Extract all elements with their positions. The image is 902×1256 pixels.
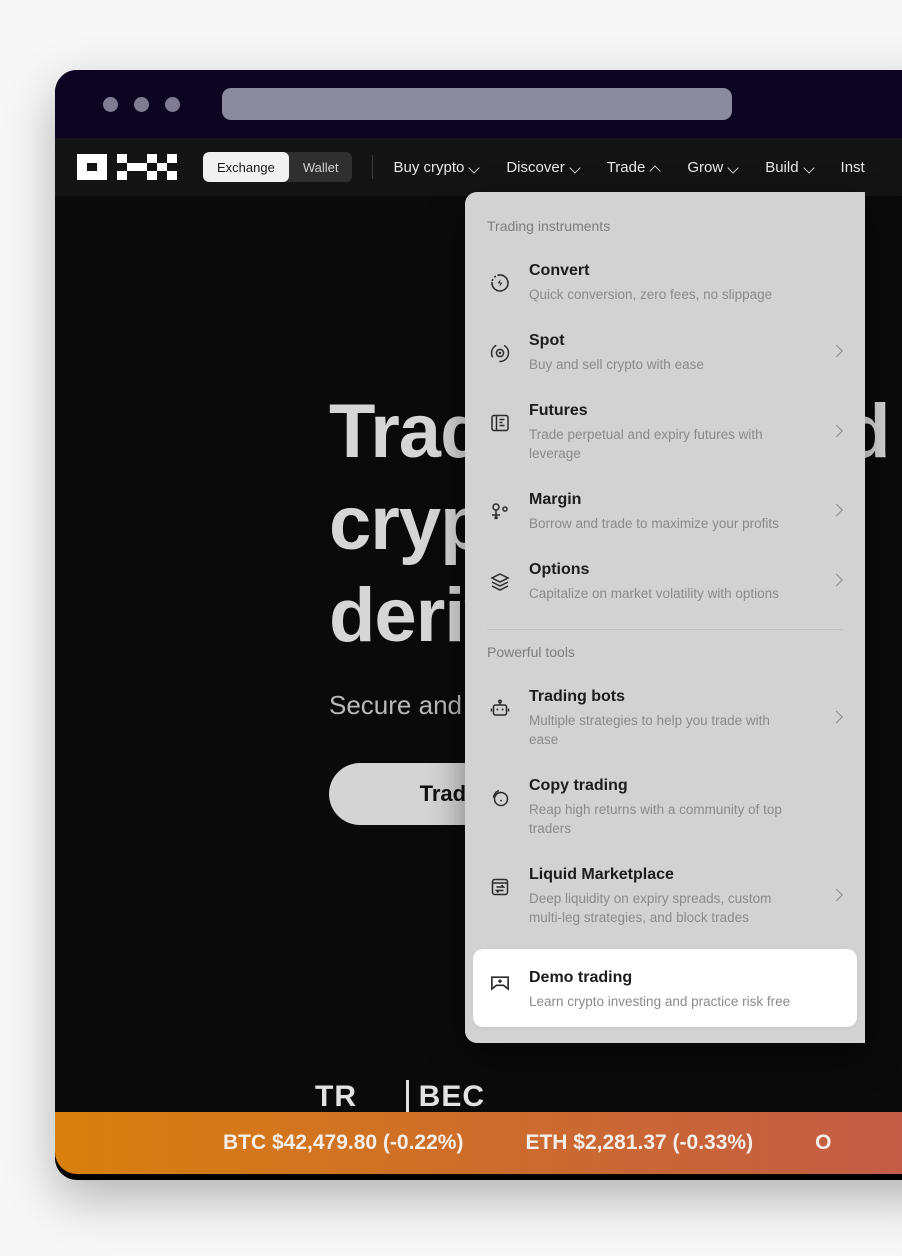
dropdown-item-desc: Trade perpetual and expiry futures with … bbox=[529, 427, 763, 461]
nav-links: Buy crypto Discover Trade Grow Build Ins… bbox=[393, 159, 902, 176]
minimize-icon[interactable] bbox=[134, 96, 149, 112]
chevron-right-icon bbox=[832, 712, 841, 721]
nav-item-label: Trade bbox=[606, 158, 646, 176]
close-icon[interactable] bbox=[103, 96, 118, 112]
browser-titlebar bbox=[55, 70, 902, 138]
demo-trading-icon bbox=[487, 969, 513, 995]
dropdown-item-options[interactable]: Options Capitalize on market volatility … bbox=[465, 545, 865, 615]
dropdown-item-spot[interactable]: Spot Buy and sell crypto with ease bbox=[465, 316, 865, 386]
nav-item-label: Inst bbox=[840, 158, 865, 176]
chevron-down-icon bbox=[805, 163, 814, 172]
chevron-right-icon bbox=[832, 890, 841, 899]
nav-item-institutional[interactable]: Inst bbox=[841, 159, 865, 176]
segment-wallet[interactable]: Wallet bbox=[289, 152, 353, 182]
dropdown-item-title: Trading bots bbox=[529, 688, 625, 705]
dropdown-item-title: Spot bbox=[529, 332, 565, 349]
dropdown-item-desc: Learn crypto investing and practice risk… bbox=[529, 994, 791, 1009]
dropdown-section-title-trading-instruments: Trading instruments bbox=[487, 218, 611, 234]
address-bar[interactable] bbox=[222, 88, 732, 120]
site-navbar: Exchange Wallet Buy crypto Discover Trad… bbox=[55, 138, 902, 196]
chevron-right-icon bbox=[832, 426, 841, 435]
dropdown-item-desc: Deep liquidity on expiry spreads, custom… bbox=[529, 891, 772, 925]
dropdown-item-text: Liquid Marketplace Deep liquidity on exp… bbox=[529, 860, 831, 927]
ticker-item-next[interactable]: O bbox=[815, 1131, 831, 1155]
dropdown-section-title-powerful-tools: Powerful tools bbox=[487, 644, 575, 660]
nav-item-label: Buy crypto bbox=[393, 158, 465, 176]
segment-exchange[interactable]: Exchange bbox=[203, 152, 289, 182]
nav-item-label: Grow bbox=[687, 158, 724, 176]
chevron-down-icon bbox=[571, 163, 580, 172]
chevron-right-icon bbox=[832, 576, 841, 585]
chevron-down-icon bbox=[729, 163, 738, 172]
dropdown-item-trading-bots[interactable]: Trading bots Multiple strategies to help… bbox=[465, 672, 865, 761]
futures-icon bbox=[487, 410, 513, 436]
dropdown-item-title: Futures bbox=[529, 402, 588, 419]
nav-item-trade[interactable]: Trade bbox=[607, 159, 661, 176]
dropdown-item-desc: Multiple strategies to help you trade wi… bbox=[529, 713, 770, 747]
dropdown-item-liquid-marketplace[interactable]: Liquid Marketplace Deep liquidity on exp… bbox=[465, 850, 865, 939]
dropdown-section-divider bbox=[487, 629, 843, 630]
dropdown-item-text: Margin Borrow and trade to maximize your… bbox=[529, 485, 831, 533]
dropdown-item-text: Futures Trade perpetual and expiry futur… bbox=[529, 396, 831, 463]
dropdown-item-text: Options Capitalize on market volatility … bbox=[529, 555, 831, 603]
chevron-down-icon bbox=[470, 163, 479, 172]
nav-item-build[interactable]: Build bbox=[765, 159, 813, 176]
dropdown-item-title: Margin bbox=[529, 491, 582, 508]
screenshot-root: Exchange Wallet Buy crypto Discover Trad… bbox=[0, 0, 902, 1256]
tribeca-text-bec: BEC bbox=[418, 1080, 486, 1113]
dropdown-item-convert[interactable]: Convert Quick conversion, zero fees, no … bbox=[465, 246, 865, 316]
dropdown-item-desc: Reap high returns with a community of to… bbox=[529, 802, 782, 836]
dropdown-item-text: Trading bots Multiple strategies to help… bbox=[529, 682, 831, 749]
copy-trading-icon bbox=[487, 785, 513, 811]
nav-divider bbox=[372, 155, 374, 179]
dropdown-item-text: Convert Quick conversion, zero fees, no … bbox=[529, 256, 831, 304]
margin-icon bbox=[487, 499, 513, 525]
trade-dropdown-menu: Trading instruments Convert Quick conver… bbox=[465, 192, 865, 1043]
price-ticker-bar: BTC $42,479.80 (-0.22%) ETH $2,281.37 (-… bbox=[55, 1112, 902, 1174]
dropdown-item-margin[interactable]: Margin Borrow and trade to maximize your… bbox=[465, 475, 865, 545]
dropdown-item-title: Convert bbox=[529, 262, 590, 279]
dropdown-item-copy-trading[interactable]: Copy trading Reap high returns with a co… bbox=[465, 761, 865, 850]
liquid-marketplace-icon bbox=[487, 874, 513, 900]
dropdown-item-desc: Capitalize on market volatility with opt… bbox=[529, 586, 779, 601]
chevron-right-icon bbox=[832, 506, 841, 515]
options-icon bbox=[487, 569, 513, 595]
dropdown-item-title: Demo trading bbox=[529, 969, 633, 986]
dropdown-item-desc: Buy and sell crypto with ease bbox=[529, 357, 704, 372]
ticker-item-btc[interactable]: BTC $42,479.80 (-0.22%) bbox=[223, 1131, 463, 1155]
chevron-up-icon bbox=[651, 163, 660, 172]
dropdown-item-demo-trading[interactable]: Demo trading Learn crypto investing and … bbox=[473, 949, 857, 1027]
trading-bot-icon bbox=[487, 696, 513, 722]
nav-item-grow[interactable]: Grow bbox=[687, 159, 738, 176]
maximize-icon[interactable] bbox=[165, 96, 180, 112]
dropdown-item-title: Liquid Marketplace bbox=[529, 866, 674, 883]
spot-icon bbox=[487, 340, 513, 366]
traffic-lights bbox=[103, 96, 180, 112]
dropdown-item-text: Copy trading Reap high returns with a co… bbox=[529, 771, 831, 838]
tribeca-text-tr: TR bbox=[315, 1080, 357, 1113]
chevron-right-icon bbox=[832, 347, 841, 356]
nav-item-buy-crypto[interactable]: Buy crypto bbox=[393, 159, 479, 176]
ticker-item-eth[interactable]: ETH $2,281.37 (-0.33%) bbox=[525, 1131, 753, 1155]
convert-icon bbox=[487, 270, 513, 296]
nav-item-discover[interactable]: Discover bbox=[506, 159, 579, 176]
exchange-wallet-toggle[interactable]: Exchange Wallet bbox=[203, 152, 353, 182]
nav-item-label: Build bbox=[765, 158, 799, 176]
dropdown-item-desc: Borrow and trade to maximize your profit… bbox=[529, 516, 779, 531]
dropdown-item-title: Options bbox=[529, 561, 590, 578]
okx-logo[interactable] bbox=[77, 154, 177, 180]
dropdown-item-futures[interactable]: Futures Trade perpetual and expiry futur… bbox=[465, 386, 865, 475]
dropdown-item-text: Demo trading Learn crypto investing and … bbox=[529, 963, 823, 1011]
dropdown-item-desc: Quick conversion, zero fees, no slippage bbox=[529, 287, 773, 302]
dropdown-item-text: Spot Buy and sell crypto with ease bbox=[529, 326, 831, 374]
nav-item-label: Discover bbox=[506, 158, 565, 176]
dropdown-item-title: Copy trading bbox=[529, 777, 628, 794]
browser-window: Exchange Wallet Buy crypto Discover Trad… bbox=[55, 70, 902, 1180]
